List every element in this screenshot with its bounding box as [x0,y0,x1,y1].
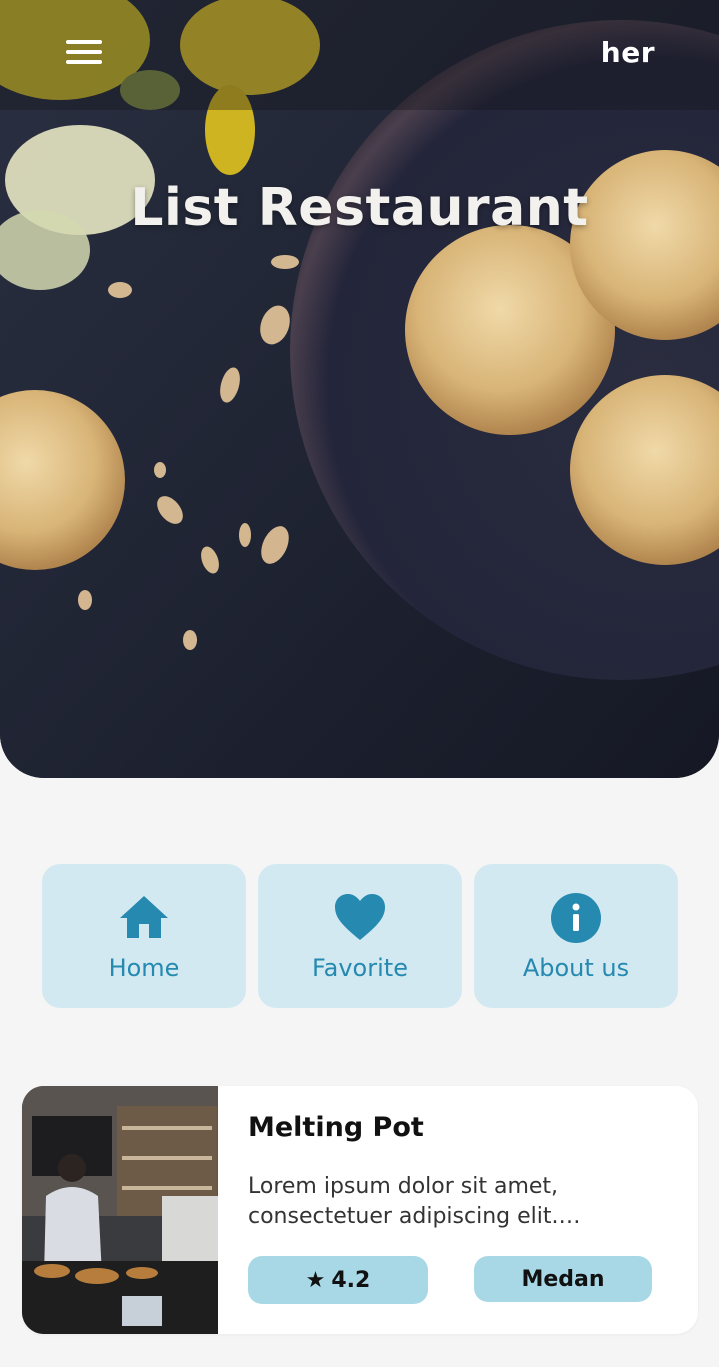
rating-badge: ★ 4.2 [248,1256,428,1304]
nav-favorite-label: Favorite [312,954,408,982]
star-icon: ★ [305,1267,326,1293]
restaurant-photo [22,1086,218,1334]
app-bar: her [0,0,719,110]
page-title: List Restaurant [130,178,589,238]
nav-about-button[interactable]: About us [474,864,678,1008]
info-icon [474,892,678,944]
nav-favorite-button[interactable]: Favorite [258,864,462,1008]
city-badge: Medan [474,1256,652,1302]
restaurant-name: Melting Pot [248,1112,424,1143]
nav-home-label: Home [108,954,180,982]
rating-value: 4.2 [331,1267,371,1293]
quick-nav: Home Favorite About us [42,864,678,1008]
brand-logo: her [600,36,655,69]
restaurant-description: Lorem ipsum dolor sit amet, consectetuer… [248,1174,559,1229]
nav-home-button[interactable]: Home [42,864,246,1008]
nav-about-label: About us [522,954,630,982]
home-icon [42,892,246,944]
restaurant-card[interactable]: Melting Pot Lorem ipsum dolor sit amet, … [22,1086,698,1334]
hero-banner: her List Restaurant [0,0,719,778]
hero-food-image [0,0,719,778]
hamburger-menu-icon[interactable] [62,36,106,68]
heart-icon [258,892,462,944]
